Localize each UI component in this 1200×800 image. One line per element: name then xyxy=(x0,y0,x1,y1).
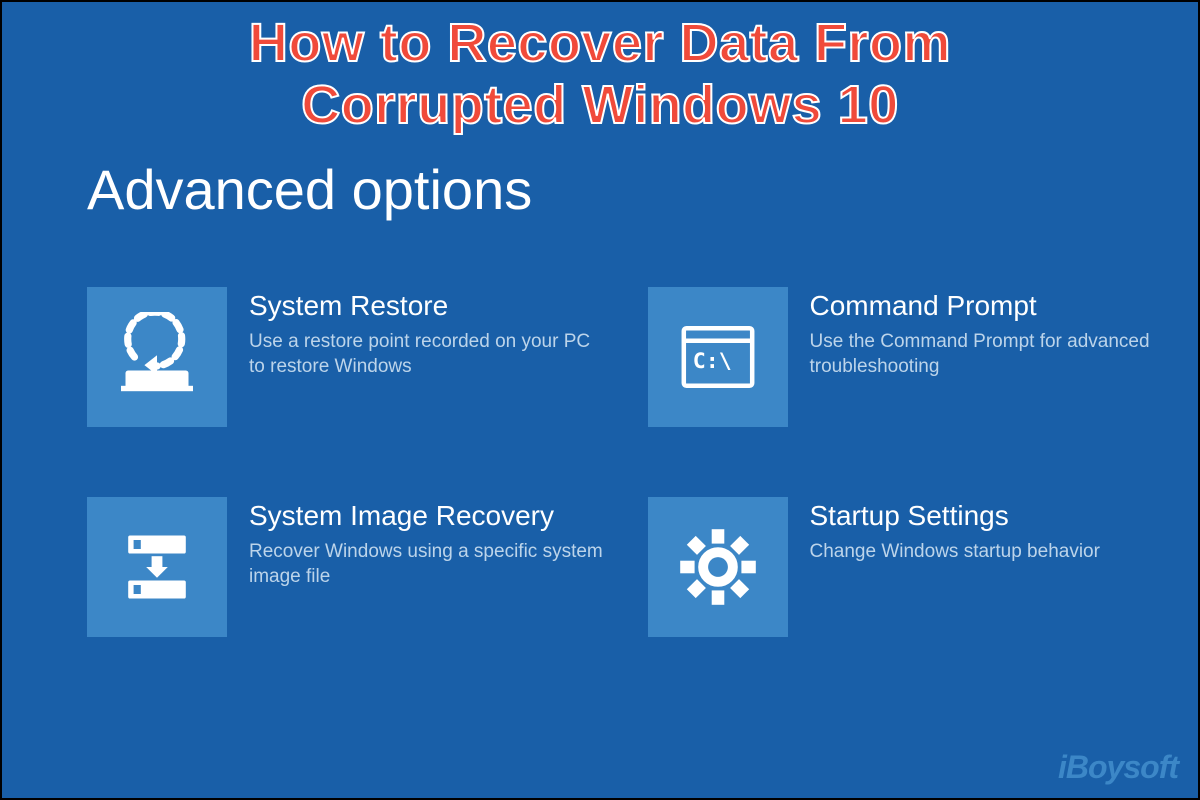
overlay-line-2: Corrupted Windows 10 xyxy=(301,75,899,135)
tile-title: System Image Recovery xyxy=(249,499,608,533)
tile-description: Use a restore point recorded on your PC … xyxy=(249,329,608,380)
tile-title: System Restore xyxy=(249,289,608,323)
tile-title: Startup Settings xyxy=(810,499,1100,533)
system-restore-icon xyxy=(87,287,227,427)
tile-text: Startup Settings Change Windows startup … xyxy=(810,497,1100,564)
article-overlay-title: How to Recover Data From Corrupted Windo… xyxy=(2,12,1198,136)
page-title: Advanced options xyxy=(87,157,532,222)
command-prompt-icon: C:\ xyxy=(648,287,788,427)
tile-text: System Image Recovery Recover Windows us… xyxy=(249,497,608,590)
gear-icon xyxy=(648,497,788,637)
system-image-recovery-icon xyxy=(87,497,227,637)
tile-description: Recover Windows using a specific system … xyxy=(249,539,608,590)
svg-text:C:\: C:\ xyxy=(692,349,731,374)
watermark-logo: iBoysoft xyxy=(1058,749,1178,786)
tile-description: Change Windows startup behavior xyxy=(810,539,1100,565)
option-command-prompt[interactable]: C:\ Command Prompt Use the Command Promp… xyxy=(648,287,1169,427)
option-startup-settings[interactable]: Startup Settings Change Windows startup … xyxy=(648,497,1169,637)
options-grid: System Restore Use a restore point recor… xyxy=(87,287,1168,637)
option-system-image-recovery[interactable]: System Image Recovery Recover Windows us… xyxy=(87,497,608,637)
option-system-restore[interactable]: System Restore Use a restore point recor… xyxy=(87,287,608,427)
tile-description: Use the Command Prompt for advanced trou… xyxy=(810,329,1169,380)
tile-text: System Restore Use a restore point recor… xyxy=(249,287,608,380)
overlay-line-1: How to Recover Data From xyxy=(249,13,951,73)
tile-text: Command Prompt Use the Command Prompt fo… xyxy=(810,287,1169,380)
tile-title: Command Prompt xyxy=(810,289,1169,323)
